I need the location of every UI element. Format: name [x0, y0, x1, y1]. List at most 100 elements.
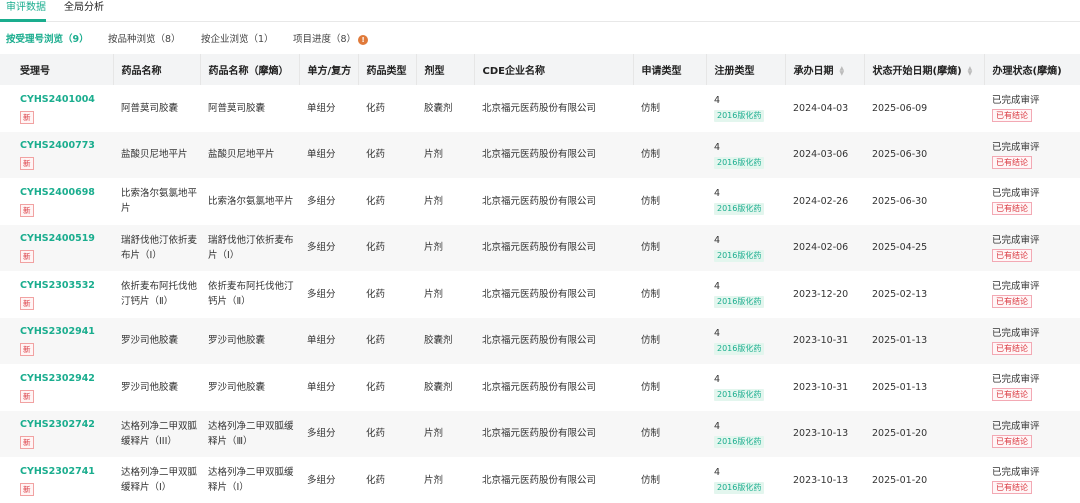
col-header-filing-date-label: 承办日期 [793, 66, 834, 77]
cell-filing-date: 2024-02-06 [793, 242, 849, 254]
subtab-by-company[interactable]: 按企业浏览（1） [201, 32, 274, 48]
cell-status-start: 2025-02-13 [872, 288, 928, 300]
col-header-drug-type[interactable]: 药品类型 [358, 54, 417, 85]
tab-review-data[interactable]: 审评数据 [6, 1, 46, 15]
col-header-acceptance-no[interactable]: 受理号 [0, 54, 114, 85]
active-tab-indicator [0, 19, 46, 22]
cell-company: 北京福元医药股份有限公司 [482, 102, 597, 114]
new-badge: 新 [20, 110, 34, 124]
acceptance-no-link[interactable]: CYHS2400698 [20, 185, 113, 200]
cell-drug-type: 化药 [366, 428, 386, 440]
cell-company: 北京福元医药股份有限公司 [482, 381, 597, 393]
new-badge: 新 [20, 436, 34, 450]
status-badge: 已有结论 [992, 155, 1032, 169]
new-badge: 新 [20, 203, 34, 217]
cell-filing-date: 2024-02-26 [793, 195, 849, 207]
cell-app-type: 仿制 [641, 195, 661, 207]
cell-dosage-form: 片剂 [424, 474, 444, 486]
table-header-row: 受理号 药品名称 药品名称（摩熵） 单方/复方 药品类型 剂型 CDE企业名称 … [0, 54, 1080, 85]
cell-reg-type: 4 2016版化药 [706, 411, 785, 458]
cell-composition: 多组分 [307, 474, 336, 486]
status-text: 已完成审评 [992, 467, 1040, 479]
cell-dosage-form: 片剂 [424, 288, 444, 300]
cell-drug-type: 化药 [366, 381, 386, 393]
subtab-by-variety[interactable]: 按品种浏览（8） [108, 32, 181, 48]
cell-drug-name-ms: 达格列净二甲双胍缓释片（Ⅰ） [208, 467, 294, 494]
acceptance-no-link[interactable]: CYHS2302941 [20, 324, 113, 339]
cell-composition: 单组分 [307, 335, 336, 347]
acceptance-no-link[interactable]: CYHS2400773 [20, 138, 113, 153]
cell-drug-name: 依折麦布阿托伐他汀钙片（Ⅱ） [121, 281, 198, 308]
new-badge: 新 [20, 389, 34, 403]
cell-app-type: 仿制 [641, 102, 661, 114]
subtab-project-progress[interactable]: 项目进度（8）! [293, 32, 369, 48]
table-row: CYHS2400698 新 比索洛尔氨氯地平片 比索洛尔氨氯地平片 多组分 化药… [0, 178, 1080, 225]
cell-acceptance-no: CYHS2303532 新 [0, 271, 113, 318]
cell-status: 已完成审评 已有结论 [984, 318, 1080, 365]
acceptance-no-link[interactable]: CYHS2401004 [20, 92, 113, 107]
acceptance-no-link[interactable]: CYHS2303532 [20, 278, 113, 293]
cell-drug-type: 化药 [366, 242, 386, 254]
cell-composition: 单组分 [307, 381, 336, 393]
new-badge: 新 [20, 296, 34, 310]
acceptance-no-link[interactable]: CYHS2302742 [20, 417, 113, 432]
cell-dosage-form: 片剂 [424, 195, 444, 207]
reg-version-badge: 2016版化药 [714, 110, 765, 123]
reg-version-badge: 2016版化药 [714, 342, 765, 355]
reg-version-badge: 2016版化药 [714, 296, 765, 309]
col-header-status-start-label: 状态开始日期(摩熵) [872, 66, 962, 77]
reg-type-value: 4 [714, 141, 721, 153]
tab-global-analysis[interactable]: 全局分析 [64, 1, 104, 15]
cell-acceptance-no: CYHS2302942 新 [0, 364, 113, 411]
col-header-drug-name[interactable]: 药品名称 [113, 54, 201, 85]
acceptance-no-link[interactable]: CYHS2400519 [20, 231, 113, 246]
status-badge: 已有结论 [992, 388, 1032, 402]
cell-filing-date: 2023-12-20 [793, 288, 849, 300]
status-text: 已完成审评 [992, 281, 1040, 293]
cell-drug-name-ms: 瑞舒伐他汀依折麦布片（I） [208, 234, 294, 261]
sort-icon[interactable]: ▲ ▼ [968, 66, 973, 77]
col-header-filing-date[interactable]: 承办日期 ▲ ▼ [785, 54, 865, 85]
col-header-dosage-form[interactable]: 剂型 [416, 54, 475, 85]
col-header-drug-name-ms[interactable]: 药品名称（摩熵） [200, 54, 300, 85]
col-header-composition[interactable]: 单方/复方 [299, 54, 359, 85]
top-tab-bar: 审评数据 全局分析 [0, 0, 1080, 22]
cell-status-start: 2025-04-25 [872, 242, 928, 254]
cell-drug-type: 化药 [366, 102, 386, 114]
cell-status-start: 2025-01-13 [872, 381, 928, 393]
cell-drug-name: 罗沙司他胶囊 [121, 381, 179, 393]
cell-status: 已完成审评 已有结论 [984, 85, 1080, 132]
reg-type-value: 4 [714, 327, 721, 339]
status-badge: 已有结论 [992, 248, 1032, 262]
cell-status-start: 2025-06-30 [872, 195, 928, 207]
table-row: CYHS2302742 新 达格列净二甲双胍缓释片（III） 达格列净二甲双胍缓… [0, 410, 1080, 458]
new-badge: 新 [20, 250, 34, 264]
cell-filing-date: 2023-10-31 [793, 381, 849, 393]
cell-drug-name-ms: 盐酸贝尼地平片 [208, 149, 275, 161]
table-row: CYHS2400773 新 盐酸贝尼地平片 盐酸贝尼地平片 单组分 化药 片剂 … [0, 131, 1080, 178]
sort-icon[interactable]: ▲ ▼ [840, 66, 845, 77]
subtab-by-acceptance-no[interactable]: 按受理号浏览（9） [6, 32, 89, 48]
col-header-company[interactable]: CDE企业名称 [474, 54, 634, 85]
cell-drug-name: 达格列净二甲双胍缓释片（III） [121, 420, 198, 447]
cell-drug-type: 化药 [366, 335, 386, 347]
col-header-app-type[interactable]: 申请类型 [633, 54, 707, 85]
cell-status-start: 2025-01-20 [872, 474, 928, 486]
cell-drug-name-ms: 罗沙司他胶囊 [208, 381, 266, 393]
status-text: 已完成审评 [992, 95, 1040, 107]
status-badge: 已有结论 [992, 434, 1032, 448]
cell-status: 已完成审评 已有结论 [984, 271, 1080, 318]
cell-reg-type: 4 2016版化药 [706, 225, 785, 272]
cell-drug-name-ms: 达格列净二甲双胍缓释片（Ⅲ） [208, 420, 294, 447]
reg-type-value: 4 [714, 188, 721, 200]
cell-acceptance-no: CYHS2302941 新 [0, 318, 113, 365]
status-badge: 已有结论 [992, 202, 1032, 216]
acceptance-no-link[interactable]: CYHS2302942 [20, 371, 113, 386]
acceptance-no-link[interactable]: CYHS2302741 [20, 464, 113, 479]
col-header-reg-type[interactable]: 注册类型 [706, 54, 786, 85]
cell-reg-type: 4 2016版化药 [706, 85, 785, 132]
info-icon[interactable]: ! [358, 35, 369, 45]
col-header-status[interactable]: 办理状态(摩熵) [984, 54, 1080, 85]
col-header-status-start[interactable]: 状态开始日期(摩熵) ▲ ▼ [864, 54, 985, 85]
cell-status: 已完成审评 已有结论 [984, 411, 1080, 458]
